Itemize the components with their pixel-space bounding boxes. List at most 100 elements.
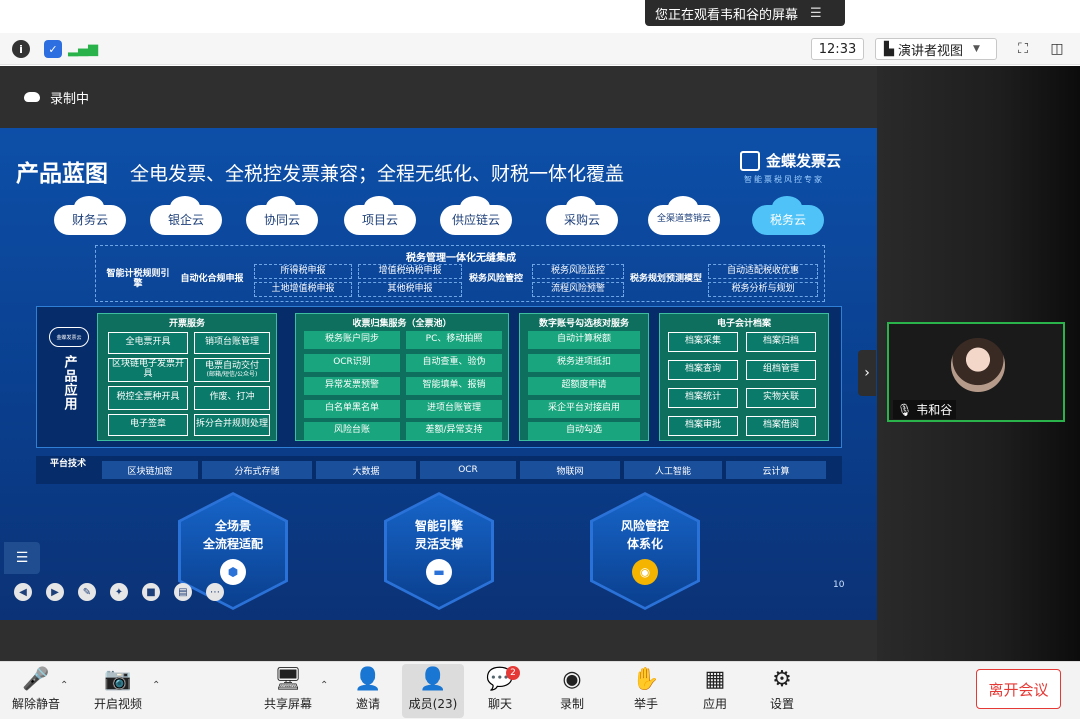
info-icon[interactable]: i xyxy=(12,40,30,58)
tax-item: 自动适配税收优惠 xyxy=(708,264,818,279)
cloud-bank: 银企云 xyxy=(150,196,222,235)
brand-tagline: 智能票税风控专家 xyxy=(744,175,824,184)
share-screen-button[interactable]: 🖥 共享屏幕 xyxy=(258,664,318,718)
platform-item: 区块链加密 xyxy=(102,461,198,479)
panel-cell: 电子签章 xyxy=(108,414,188,436)
slide-page-number: 10 xyxy=(833,580,845,590)
sidebar-toggle-icon[interactable]: ◫ xyxy=(1046,38,1068,60)
panel-cell: 税务账户同步 xyxy=(304,331,400,349)
panel-cell: 电票自动交付 (邮箱/短信/公众号) xyxy=(194,358,270,382)
cloud-record-icon xyxy=(24,92,40,102)
raise-hand-button[interactable]: ✋ 举手 xyxy=(616,664,676,718)
prev-slide-icon[interactable]: ◀ xyxy=(14,583,32,601)
cloud-icon: 金蝶发票云 xyxy=(49,327,89,347)
fullscreen-icon[interactable]: ⛶ xyxy=(1012,38,1034,60)
screen-share-banner[interactable]: 您正在观看韦和谷的屏幕 ☰ xyxy=(645,0,845,26)
panel-cell: 作废、打冲 xyxy=(194,386,270,410)
panel-cell: 档案归档 xyxy=(746,332,816,352)
platform-item: 云计算 xyxy=(726,461,826,479)
panel-cell: 档案统计 xyxy=(668,388,738,408)
meeting-toolbar: i ✓ ▂▄▆ 12:33 ▙ 演讲者视图 ▼ ⛶ ◫ xyxy=(0,33,1080,65)
laser-icon[interactable]: ✦ xyxy=(110,583,128,601)
signal-icon[interactable]: ▂▄▆ xyxy=(68,40,98,58)
platform-item: 分布式存储 xyxy=(202,461,312,479)
unmute-button[interactable]: 🎤 解除静音 xyxy=(6,664,66,718)
tax-item: 智能计税规则引擎 xyxy=(106,268,170,289)
brand-name: 金蝶发票云 xyxy=(766,152,842,170)
view-mode-select[interactable]: ▙ 演讲者视图 ▼ xyxy=(875,38,997,60)
slide-list-button[interactable]: ☰ xyxy=(4,542,40,574)
members-button[interactable]: 👤 成员(23) xyxy=(402,664,464,718)
panel-cell: OCR识别 xyxy=(304,354,400,372)
recording-label: 录制中 xyxy=(50,91,90,107)
panel-cell: 组档管理 xyxy=(746,360,816,380)
panel-cell: 智能填单、报销 xyxy=(406,377,502,395)
hand-icon: ✋ xyxy=(632,667,660,692)
next-slide-icon[interactable]: ▶ xyxy=(46,583,64,601)
platform-item: 人工智能 xyxy=(624,461,722,479)
tax-item: 税务规划预测模型 xyxy=(630,273,703,284)
shield-icon[interactable]: ✓ xyxy=(44,40,62,58)
digital-account-panel: 数字账号勾选核对服务 自动计算税额 税务进项抵扣 超额度申请 采企平台对接启用 … xyxy=(519,313,649,441)
tax-item: 自动化合规申报 xyxy=(180,273,244,284)
engine-icon: ▬ xyxy=(426,559,452,585)
tax-item: 增值税纳税申报 xyxy=(358,264,462,279)
participant-name-label: 🎙 韦和谷 xyxy=(893,400,957,419)
apps-icon: ▦ xyxy=(704,667,726,692)
start-video-button[interactable]: 📷 开启视频 xyxy=(88,664,148,718)
app-label-text: 产品应用 xyxy=(61,355,77,411)
chevron-up-icon[interactable]: ⌃ xyxy=(152,680,160,691)
tax-item: 土地增值税申报 xyxy=(254,282,352,297)
meeting-window: 您正在观看韦和谷的屏幕 ☰ i ✓ ▂▄▆ 12:33 ▙ 演讲者视图 ▼ ⛶ … xyxy=(0,0,1080,719)
presentation-slide: 产品蓝图 全电发票、全税控发票兼容；全程无纸化、财税一体化覆盖 金蝶发票云 智能… xyxy=(0,128,877,620)
chat-button[interactable]: 💬 2 聊天 xyxy=(470,664,530,718)
panel-cell: 白名单黑名单 xyxy=(304,400,400,418)
camera-icon[interactable]: ■ xyxy=(142,583,160,601)
cloud-finance: 财务云 xyxy=(54,196,126,235)
pen-icon[interactable]: ✎ xyxy=(78,583,96,601)
panel-cell: 拆分合并规则处理 xyxy=(194,414,270,436)
panel-cell: 税控全票种开具 xyxy=(108,386,188,410)
microphone-icon: 🎙 xyxy=(897,402,913,417)
panel-cell: 档案审批 xyxy=(668,416,738,436)
cloud-tax: 税务云 xyxy=(752,196,824,235)
cloud-supply-chain: 供应链云 xyxy=(440,196,512,235)
tax-integration-box: 税务管理一体化无缝集成 智能计税规则引擎 自动化合规申报 所得税申报 增值税纳税… xyxy=(95,245,825,302)
recording-indicator: 录制中 xyxy=(0,66,877,128)
chevron-up-icon[interactable]: ⌃ xyxy=(60,680,68,691)
cloud-purchase: 采购云 xyxy=(546,196,618,235)
chat-badge: 2 xyxy=(506,666,520,680)
app-label: 金蝶发票云 产品应用 xyxy=(45,327,93,411)
menu-icon[interactable]: ☰ xyxy=(810,6,822,21)
leave-meeting-button[interactable]: 离开会议 xyxy=(976,669,1061,709)
meeting-control-bar: 🎤 解除静音 ⌃ 📷 开启视频 ⌃ 🖥 共享屏幕 ⌃ 👤 邀请 👤 成员(23)… xyxy=(0,661,1080,719)
chevron-up-icon[interactable]: ⌃ xyxy=(320,680,328,691)
tax-item: 流程风险预警 xyxy=(532,282,624,297)
subtitle-icon[interactable]: ▤ xyxy=(174,583,192,601)
panel-title: 收票归集服务（全票池） xyxy=(352,319,452,329)
add-user-icon: 👤 xyxy=(354,667,382,692)
panel-cell: 风险台账 xyxy=(304,422,400,440)
chevron-down-icon: ▼ xyxy=(973,44,980,54)
panel-cell: 采企平台对接启用 xyxy=(528,400,640,418)
record-icon: ◉ xyxy=(562,667,582,692)
archive-panel: 电子会计档案 档案采集 档案归档 档案查询 组档管理 档案统计 实物关联 档案审… xyxy=(659,313,829,441)
apps-button[interactable]: ▦ 应用 xyxy=(685,664,745,718)
view-mode-label: 演讲者视图 xyxy=(898,43,964,59)
brand-logo: 金蝶发票云 智能票税风控专家 xyxy=(740,150,841,185)
slide-title: 产品蓝图 xyxy=(16,161,108,187)
invite-button[interactable]: 👤 邀请 xyxy=(338,664,398,718)
more-icon[interactable]: ⋯ xyxy=(206,583,224,601)
platform-label: 平台技术 xyxy=(49,459,86,469)
collapse-panel-button[interactable]: › xyxy=(858,350,876,396)
record-button[interactable]: ◉ 录制 xyxy=(542,664,602,718)
microphone-muted-icon: 🎤 xyxy=(22,667,50,692)
cloud-project: 项目云 xyxy=(344,196,416,235)
panel-title: 电子会计档案 xyxy=(716,319,771,329)
panel-cell: 自动查重、验伪 xyxy=(406,354,502,372)
settings-button[interactable]: ⚙ 设置 xyxy=(752,664,812,718)
meeting-clock: 12:33 xyxy=(811,38,864,60)
platform-item: OCR xyxy=(420,461,516,479)
participant-video-tile[interactable]: 🎙 韦和谷 xyxy=(887,322,1065,422)
slide-controls: ◀ ▶ ✎ ✦ ■ ▤ ⋯ xyxy=(14,580,224,604)
